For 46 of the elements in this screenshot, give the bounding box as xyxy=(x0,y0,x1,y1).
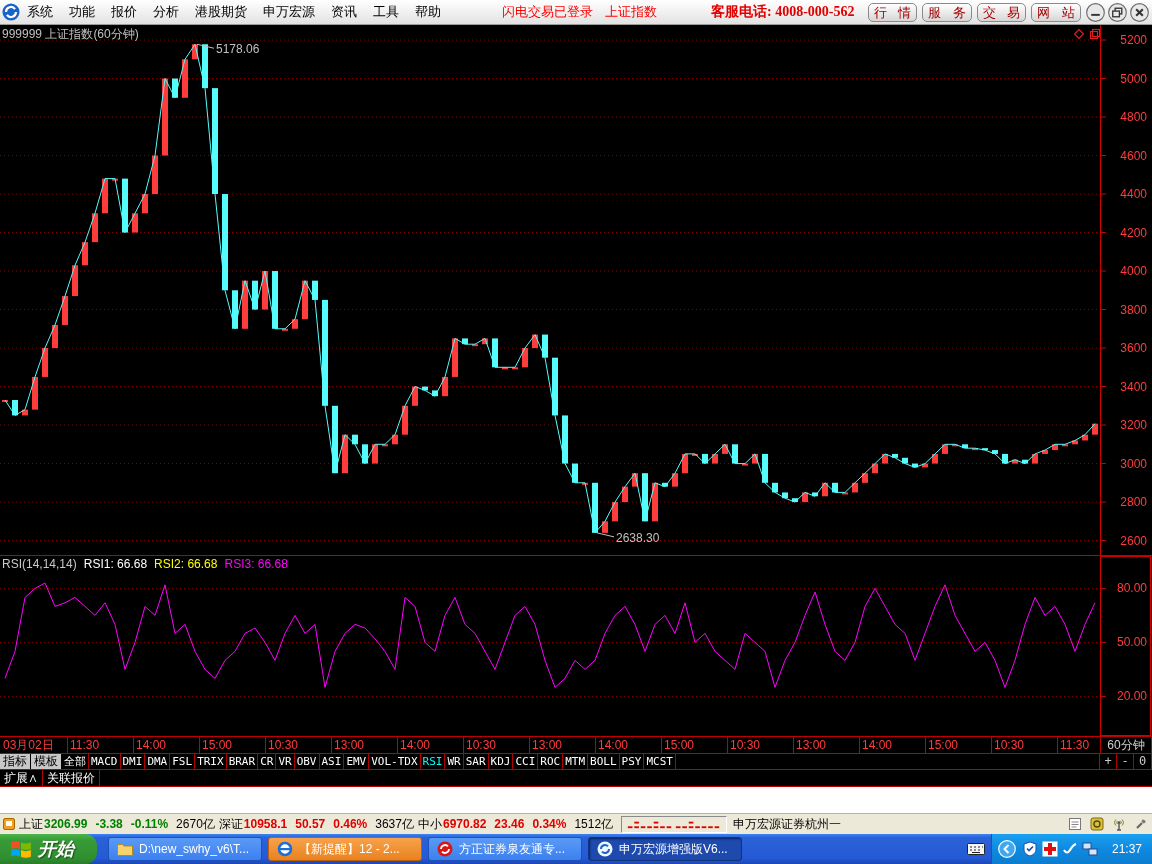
indicator-reading: RSI1: 66.68 xyxy=(83,557,148,571)
annotation: 5178.06 xyxy=(216,42,260,57)
index-percent: 0.46% xyxy=(333,817,368,831)
axis-label: 20.00 xyxy=(1116,689,1147,704)
clock: 21:37 xyxy=(1111,842,1142,856)
broker-name: 申万宏源证券杭州一 xyxy=(733,815,842,833)
index-amount: 2670亿 xyxy=(176,815,215,833)
price-annotation: 5178.06 xyxy=(196,42,260,57)
axis-label: 2600 xyxy=(1120,533,1147,548)
indicator-name: RSI(14,14,14) xyxy=(2,557,77,571)
index-name: 上证 xyxy=(19,815,43,833)
axis-label: 3600 xyxy=(1120,341,1147,356)
index-change: 23.46 xyxy=(494,817,525,831)
axis-label: 3000 xyxy=(1120,456,1147,471)
axis-label: 80.00 xyxy=(1116,581,1147,596)
axis-label: 4800 xyxy=(1120,110,1147,124)
index-change: -3.38 xyxy=(95,817,123,831)
axis-label: 5000 xyxy=(1120,71,1147,86)
indicator-reading: RSI3: 66.68 xyxy=(224,557,288,571)
axis-label: 3200 xyxy=(1120,418,1147,433)
indicator-reading: RSI2: 66.68 xyxy=(154,557,218,571)
axis-label: 3800 xyxy=(1120,302,1147,317)
axis-label: 2800 xyxy=(1120,495,1147,510)
axis-label: 4600 xyxy=(1120,148,1147,163)
trade-status-text: 闪电交易已登录 xyxy=(502,3,593,21)
index-amount: 3637亿 xyxy=(375,815,414,833)
time-label: 03月02日 xyxy=(2,737,55,753)
hotline-text: 客服电话: 4008-000-562 xyxy=(711,3,855,21)
annotation: 2638.30 xyxy=(616,530,660,545)
index-value: 6970.82 xyxy=(442,817,487,831)
price-annotation: 2638.30 xyxy=(596,530,660,545)
axis-label: 50.00 xyxy=(1116,635,1147,650)
axis-label: 4000 xyxy=(1120,264,1147,279)
index-name: 中小 xyxy=(417,815,442,833)
axis-label: 4400 xyxy=(1120,187,1147,202)
index-percent: -0.11% xyxy=(130,817,169,831)
index-amount: 1512亿 xyxy=(574,815,614,833)
axis-label: 5200 xyxy=(1120,33,1147,47)
axis-label: 4200 xyxy=(1120,225,1147,240)
index-value: 3206.99 xyxy=(44,817,88,831)
index-name: 深证 xyxy=(218,815,243,833)
axis-label: 3400 xyxy=(1120,379,1147,394)
index-percent: 0.34% xyxy=(532,817,567,831)
chart-title: 999999 上证指数(60分钟) xyxy=(2,27,139,41)
index-change: 50.57 xyxy=(295,817,326,831)
index-value: 10958.1 xyxy=(243,817,288,831)
